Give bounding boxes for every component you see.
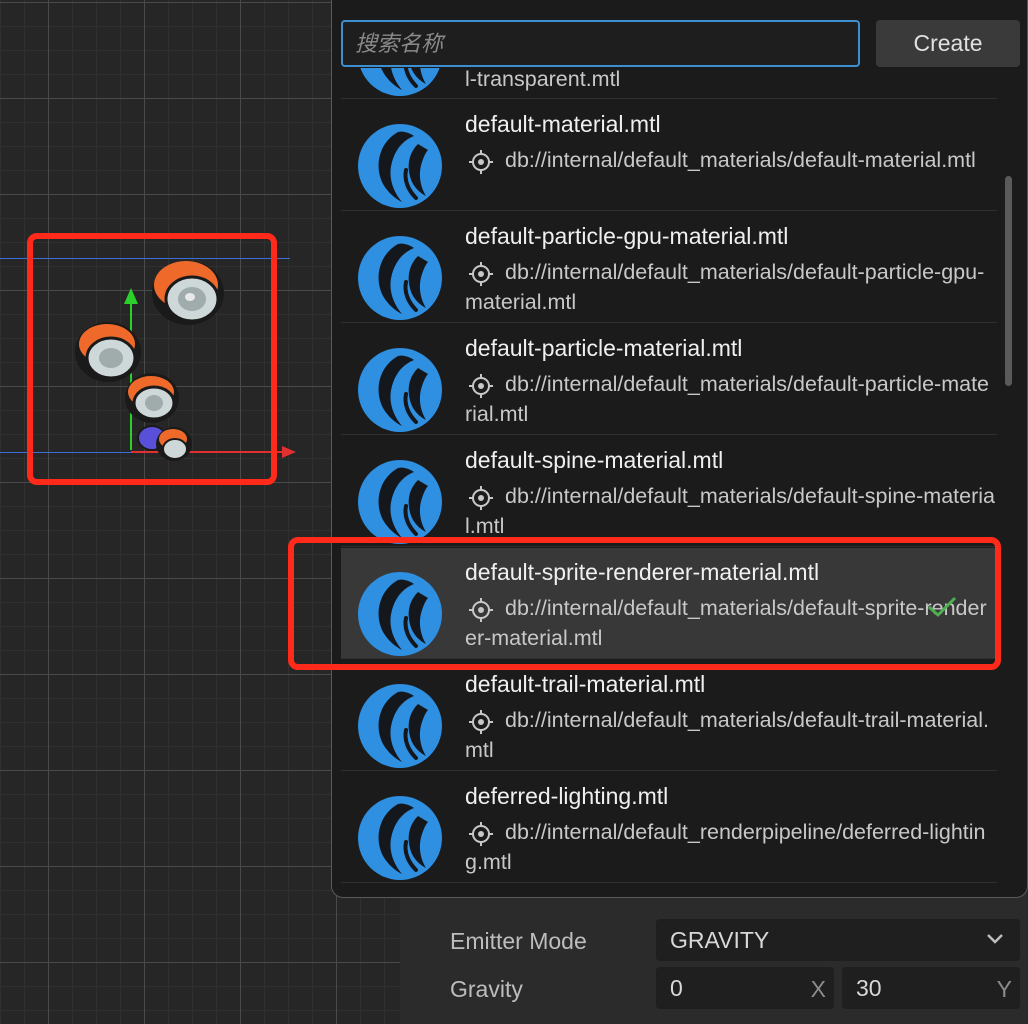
asset-path: db://internal/default_materials/default-… <box>465 484 995 538</box>
gravity-label: Gravity <box>450 976 523 1002</box>
asset-picker-popup: Create l-transparent.mtl default-material… <box>331 0 1028 898</box>
gravity-x-value: 0 <box>670 975 683 1001</box>
asset-path: l-transparent.mtl <box>465 68 621 91</box>
material-asset-icon <box>358 460 442 544</box>
axis-x-tag: X <box>810 976 826 1002</box>
list-scrollbar[interactable] <box>1005 176 1012 386</box>
selection-highlight-box <box>288 537 1001 670</box>
chevron-down-icon <box>987 934 1003 944</box>
list-item[interactable]: default-particle-material.mtl db://intern… <box>341 324 997 435</box>
asset-name: deferred-lighting.mtl <box>465 783 669 809</box>
material-asset-icon <box>358 124 442 208</box>
emitter-mode-value: GRAVITY <box>670 927 770 953</box>
gravity-y-input[interactable]: 30 Y <box>842 967 1020 1009</box>
material-asset-icon <box>358 684 442 768</box>
axis-y-tag: Y <box>996 976 1012 1002</box>
asset-name: default-particle-material.mtl <box>465 335 743 361</box>
list-item[interactable]: default-particle-gpu-material.mtl db://in… <box>341 212 997 323</box>
asset-path: db://internal/default_materials/default-… <box>505 148 976 172</box>
list-item[interactable]: deferred-lighting.mtl db://internal/defau… <box>341 772 997 883</box>
list-item[interactable]: l-transparent.mtl <box>341 68 997 99</box>
material-asset-icon <box>358 68 442 96</box>
gravity-x-input[interactable]: 0 X <box>656 967 834 1009</box>
asset-path: db://internal/default_materials/default-… <box>465 260 985 314</box>
asset-name: default-material.mtl <box>465 111 661 137</box>
asset-name: default-spine-material.mtl <box>465 447 724 473</box>
list-item[interactable]: default-trail-material.mtl db://internal/… <box>341 660 997 771</box>
search-input[interactable] <box>341 20 860 67</box>
asset-list[interactable]: l-transparent.mtl default-material.mtl db:… <box>341 68 997 888</box>
asset-path: db://internal/default_materials/default-… <box>465 372 990 426</box>
asset-path: db://internal/default_materials/default-… <box>465 708 989 762</box>
scene-highlight-box <box>27 233 277 485</box>
emitter-mode-label: Emitter Mode <box>450 928 587 954</box>
create-button[interactable]: Create <box>876 20 1020 67</box>
emitter-mode-select[interactable]: GRAVITY <box>656 919 1020 961</box>
asset-path: db://internal/default_renderpipeline/def… <box>465 820 986 874</box>
list-item[interactable]: default-spine-material.mtl db://internal/… <box>341 436 997 547</box>
list-item[interactable]: default-material.mtl db://internal/defaul… <box>341 100 997 211</box>
material-asset-icon <box>358 348 442 432</box>
material-asset-icon <box>358 236 442 320</box>
asset-name: default-particle-gpu-material.mtl <box>465 223 789 249</box>
material-asset-icon <box>358 796 442 880</box>
gravity-y-value: 30 <box>856 975 882 1001</box>
asset-name: default-trail-material.mtl <box>465 671 706 697</box>
